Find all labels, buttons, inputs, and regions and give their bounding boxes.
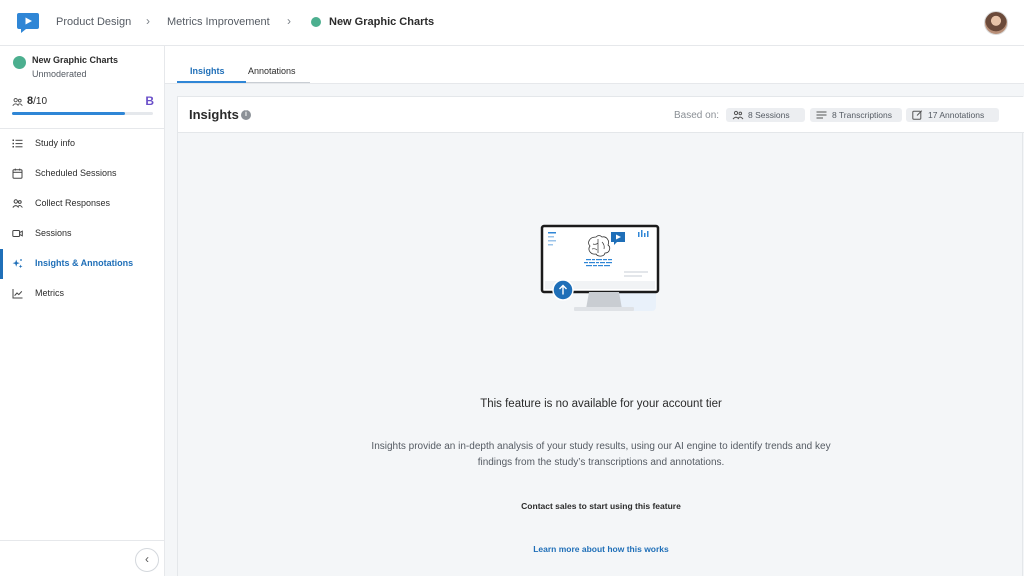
- unavailable-message-title: This feature is no available for your ac…: [480, 398, 722, 410]
- list-icon: [12, 139, 23, 148]
- based-on-label: Based on:: [674, 110, 720, 121]
- tab-insights[interactable]: Insights: [190, 66, 225, 76]
- breadcrumb-separator: ›: [287, 14, 291, 28]
- user-avatar[interactable]: [984, 11, 1008, 35]
- insights-title: Insights: [189, 107, 239, 122]
- collapse-sidebar-button[interactable]: ‹: [135, 548, 159, 572]
- breadcrumb-product-design[interactable]: Product Design: [56, 16, 131, 28]
- insights-panel: Insights i Based on: 8 Sessions 8 Transc…: [177, 96, 1024, 576]
- video-icon: [12, 230, 23, 237]
- line-chart-icon: [12, 289, 23, 299]
- tab-bar: Insights Annotations: [165, 46, 1024, 84]
- study-type: Unmoderated: [32, 69, 87, 79]
- sidebar-item-scheduled-sessions[interactable]: Scheduled Sessions: [0, 159, 164, 189]
- participant-progress-fill: [12, 112, 125, 115]
- participant-progress-bar: [12, 112, 153, 115]
- contact-sales-text: Contact sales to start using this featur…: [521, 501, 681, 511]
- annotation-icon: [912, 110, 923, 120]
- sidebar-item-label: Collect Responses: [35, 198, 111, 208]
- transcriptions-count-text: 8 Transcriptions: [832, 110, 892, 120]
- study-title: New Graphic Charts: [32, 55, 119, 65]
- sidebar-item-study-info[interactable]: Study info: [0, 129, 164, 159]
- sidebar-item-metrics[interactable]: Metrics: [0, 279, 164, 309]
- participants-icon: [732, 110, 744, 120]
- sparkle-icon: [12, 259, 23, 269]
- top-bar: Product Design › Metrics Improvement › N…: [0, 0, 1024, 46]
- unavailable-message-body: Insights provide an in-depth analysis of…: [371, 441, 831, 468]
- ai-monitor-illustration-icon: [540, 224, 660, 311]
- active-tab-indicator: [177, 81, 246, 83]
- annotations-count-text: 17 Annotations: [928, 110, 985, 120]
- people-icon: [12, 199, 23, 208]
- insights-header: Insights i Based on: 8 Sessions 8 Transc…: [178, 97, 1024, 133]
- breadcrumb-metrics-improvement[interactable]: Metrics Improvement: [167, 16, 270, 28]
- sessions-count-badge: 8 Sessions: [726, 108, 805, 122]
- sidebar-item-label: Study info: [35, 138, 76, 148]
- sidebar-item-insights-annotations[interactable]: Insights & Annotations: [0, 249, 164, 279]
- annotations-count-badge: 17 Annotations: [906, 108, 999, 122]
- sidebar-item-collect-responses[interactable]: Collect Responses: [0, 189, 164, 219]
- breadcrumb-separator: ›: [146, 14, 150, 28]
- sidebar-item-label: Metrics: [35, 288, 64, 298]
- learn-more-link[interactable]: Learn more about how this works: [178, 544, 1024, 554]
- sidebar-item-label: Insights & Annotations: [35, 258, 134, 268]
- tab-underline: [246, 82, 310, 83]
- main-content: Insights Annotations Insights i Based on…: [165, 46, 1024, 576]
- participants-icon: [12, 98, 23, 106]
- sidebar-item-sessions[interactable]: Sessions: [0, 219, 164, 249]
- sidebar-nav: Study info Scheduled Sessions Collect Re…: [0, 129, 164, 309]
- info-icon[interactable]: i: [241, 110, 251, 120]
- sidebar: New Graphic Charts Unmoderated 8/10 B St…: [0, 46, 165, 576]
- calendar-icon: [12, 168, 23, 179]
- sessions-count-text: 8 Sessions: [748, 110, 790, 120]
- sidebar-bottom-divider: [0, 540, 164, 541]
- lines-icon: [816, 111, 827, 119]
- tab-annotations[interactable]: Annotations: [248, 66, 296, 76]
- participant-count: 8/10 B: [12, 94, 154, 109]
- sidebar-item-label: Sessions: [35, 228, 72, 238]
- breadcrumb-current-study: New Graphic Charts: [329, 16, 435, 28]
- app-logo-icon[interactable]: [16, 11, 40, 35]
- status-dot-icon: [311, 17, 321, 27]
- transcriptions-count-badge: 8 Transcriptions: [810, 108, 902, 122]
- tier-badge: B: [145, 94, 154, 108]
- sidebar-item-label: Scheduled Sessions: [35, 168, 117, 178]
- study-status-icon: [13, 56, 26, 69]
- participant-count-text: 8/10: [27, 95, 48, 107]
